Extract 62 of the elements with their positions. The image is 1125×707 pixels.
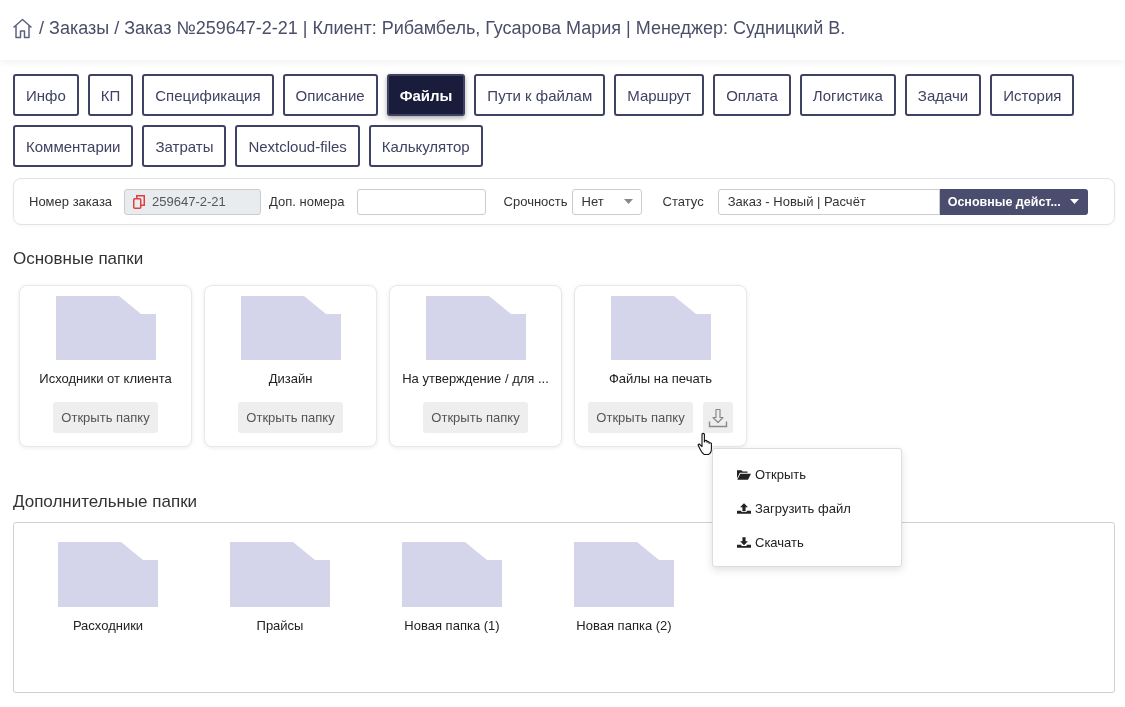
status-label: Статус — [662, 194, 704, 209]
tab[interactable]: Пути к файлам — [474, 74, 606, 116]
folder-open-icon — [737, 468, 751, 480]
tab[interactable]: КП — [87, 74, 134, 116]
folder-name: Новая папка (2) — [576, 618, 672, 634]
actions-button[interactable]: Основные дейст... — [939, 188, 1088, 215]
order-number-field[interactable]: 259647-2-21 — [124, 188, 262, 215]
folder-icon[interactable] — [230, 542, 330, 607]
tab[interactable]: Файлы — [386, 74, 466, 116]
menu-item[interactable]: Открыть — [737, 464, 807, 484]
section-heading: Основные папки — [13, 248, 144, 270]
copy-icon[interactable] — [133, 194, 146, 209]
home-icon[interactable] — [12, 17, 33, 39]
folder-name: Дизайн — [268, 371, 313, 387]
breadcrumb-separator: / — [39, 17, 44, 39]
tab[interactable]: Спецификация — [142, 74, 274, 116]
tab[interactable]: Маршрут — [614, 74, 705, 116]
tab[interactable]: Инфо — [13, 74, 79, 116]
order-number-label: Номер заказа — [29, 194, 113, 209]
folder-name: Файлы на печать — [608, 371, 713, 387]
menu-item[interactable]: Загрузить файл — [737, 498, 851, 518]
tab[interactable]: Описание — [282, 74, 378, 116]
status-field[interactable]: Заказ - Новый | Расчёт — [717, 188, 940, 215]
breadcrumb-current: Заказ №259647-2-21 | Клиент: Рибамбель, Гусарова Мария | Менеджер: Судницкий В. — [124, 17, 846, 39]
folder-name: Новая папка (1) — [404, 618, 500, 634]
caret-icon — [623, 199, 633, 204]
tab[interactable]: Комментарии — [13, 125, 134, 167]
urgency-select[interactable]: Нет — [571, 188, 642, 215]
open-folder-button[interactable]: Открыть папку — [53, 402, 158, 433]
folder-name: Прайсы — [256, 618, 304, 634]
tab[interactable]: Калькулятор — [368, 125, 483, 167]
tab[interactable]: История — [990, 74, 1075, 116]
tab[interactable]: Nextcloud-files — [235, 125, 360, 167]
menu-item[interactable]: Скачать — [737, 532, 804, 552]
urgency-label: Срочность — [503, 194, 568, 209]
folder-icon[interactable] — [55, 296, 156, 360]
tab[interactable]: Затраты — [142, 125, 227, 167]
tab[interactable]: Задачи — [904, 74, 982, 116]
extra-numbers-label: Доп. номера — [269, 194, 345, 209]
folder-name: На утверждение / для ... — [402, 371, 549, 387]
open-folder-button[interactable]: Открыть папку — [588, 402, 693, 433]
folder-name: Исходники от клиента — [39, 371, 172, 387]
folder-icon[interactable] — [610, 296, 711, 360]
open-folder-button[interactable]: Открыть папку — [238, 402, 343, 433]
folder-icon[interactable] — [240, 296, 341, 360]
download-icon — [707, 407, 728, 428]
download-button[interactable] — [702, 402, 733, 433]
download-icon — [737, 536, 751, 548]
folder-icon[interactable] — [574, 542, 674, 607]
tab[interactable]: Оплата — [713, 74, 791, 116]
folder-name: Расходники — [72, 618, 144, 634]
open-folder-button[interactable]: Открыть папку — [423, 402, 528, 433]
breadcrumb-separator: / — [114, 17, 120, 39]
folder-icon[interactable] — [425, 296, 526, 360]
upload-icon — [737, 502, 751, 514]
folder-icon[interactable] — [402, 542, 502, 607]
folder-icon[interactable] — [58, 542, 158, 607]
extra-numbers-field[interactable] — [356, 188, 486, 215]
breadcrumb-link[interactable]: Заказы — [49, 17, 110, 39]
caret-icon — [1069, 199, 1079, 204]
section-heading: Дополнительные папки — [13, 491, 198, 513]
tab[interactable]: Логистика — [799, 74, 896, 116]
